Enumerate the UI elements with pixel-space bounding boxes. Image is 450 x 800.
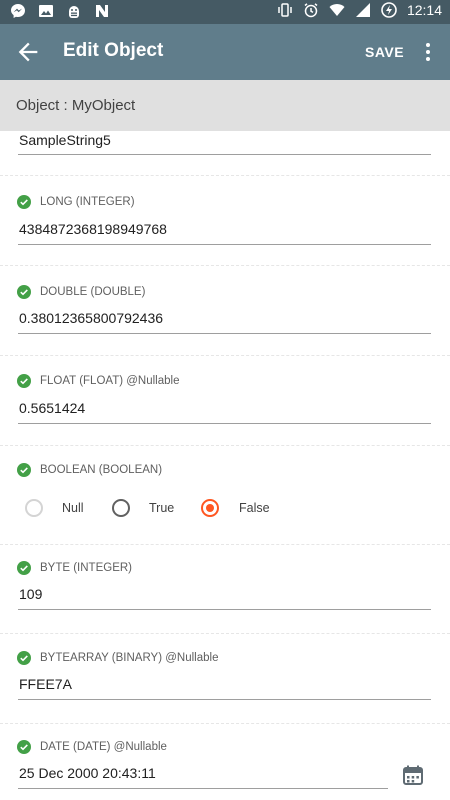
page-title: Edit Object <box>63 40 164 61</box>
vibrate-icon <box>278 3 292 17</box>
status-time: 12:14 <box>406 2 442 18</box>
radio-true[interactable] <box>112 499 130 517</box>
radio-false-selected[interactable] <box>201 499 219 517</box>
more-vert-icon[interactable] <box>418 40 438 64</box>
status-bar: 12:14 <box>0 0 450 24</box>
check-circle-icon <box>17 740 31 754</box>
radio-null-label[interactable]: Null <box>62 501 84 515</box>
input-underline <box>18 788 388 789</box>
field-label: LONG (INTEGER) <box>40 196 135 208</box>
double-value-input[interactable]: 0.38012365800792436 <box>19 310 163 326</box>
check-circle-icon <box>17 651 31 665</box>
alarm-icon <box>304 3 318 18</box>
divider <box>0 355 450 356</box>
back-arrow-icon[interactable] <box>14 38 42 66</box>
byte-value-input[interactable]: 109 <box>19 586 42 602</box>
bytearray-value-input[interactable]: FFEE7A <box>19 676 72 692</box>
notification-n-icon <box>96 5 108 17</box>
string-value-input[interactable]: SampleString5 <box>19 132 111 148</box>
input-underline <box>18 154 431 155</box>
check-circle-icon <box>17 285 31 299</box>
field-label: BYTE (INTEGER) <box>40 562 133 574</box>
field-list[interactable]: SampleString5 LONG (INTEGER) 43848723681… <box>0 131 450 800</box>
radio-null[interactable] <box>25 499 43 517</box>
input-underline <box>18 423 431 424</box>
app-bar: Edit Object SAVE <box>0 24 450 80</box>
field-label: BOOLEAN (BOOLEAN) <box>40 464 163 476</box>
input-underline <box>18 333 431 334</box>
radio-false-label[interactable]: False <box>239 501 270 515</box>
divider <box>0 544 450 545</box>
field-label: FLOAT (FLOAT) @Nullable <box>40 375 180 387</box>
check-circle-icon <box>17 195 31 209</box>
date-value-input[interactable]: 25 Dec 2000 20:43:11 <box>19 765 156 781</box>
battery-charging-icon <box>381 2 397 18</box>
long-value-input[interactable]: 4384872368198949768 <box>19 221 167 237</box>
object-subheader: Object : MyObject <box>0 80 450 131</box>
image-icon <box>39 5 53 17</box>
field-label: BYTEARRAY (BINARY) @Nullable <box>40 652 219 664</box>
calendar-icon[interactable] <box>402 764 424 786</box>
field-label: DATE (DATE) @Nullable <box>40 741 167 753</box>
save-button[interactable]: SAVE <box>365 44 404 60</box>
divider <box>0 445 450 446</box>
cell-signal-icon <box>355 3 370 17</box>
divider <box>0 265 450 266</box>
input-underline <box>18 609 431 610</box>
input-underline <box>18 699 431 700</box>
divider <box>0 175 450 176</box>
input-underline <box>18 244 431 245</box>
check-circle-icon <box>17 374 31 388</box>
object-name-label: Object : MyObject <box>16 97 136 114</box>
field-label: DOUBLE (DOUBLE) <box>40 286 146 298</box>
radio-true-label[interactable]: True <box>149 501 174 515</box>
radio-dot <box>206 504 214 512</box>
float-value-input[interactable]: 0.5651424 <box>19 400 85 416</box>
check-circle-icon <box>17 463 31 477</box>
android-debug-icon <box>69 6 79 18</box>
wifi-icon <box>329 4 345 16</box>
divider <box>0 723 450 724</box>
divider <box>0 633 450 634</box>
check-circle-icon <box>17 561 31 575</box>
messenger-icon <box>11 4 25 18</box>
